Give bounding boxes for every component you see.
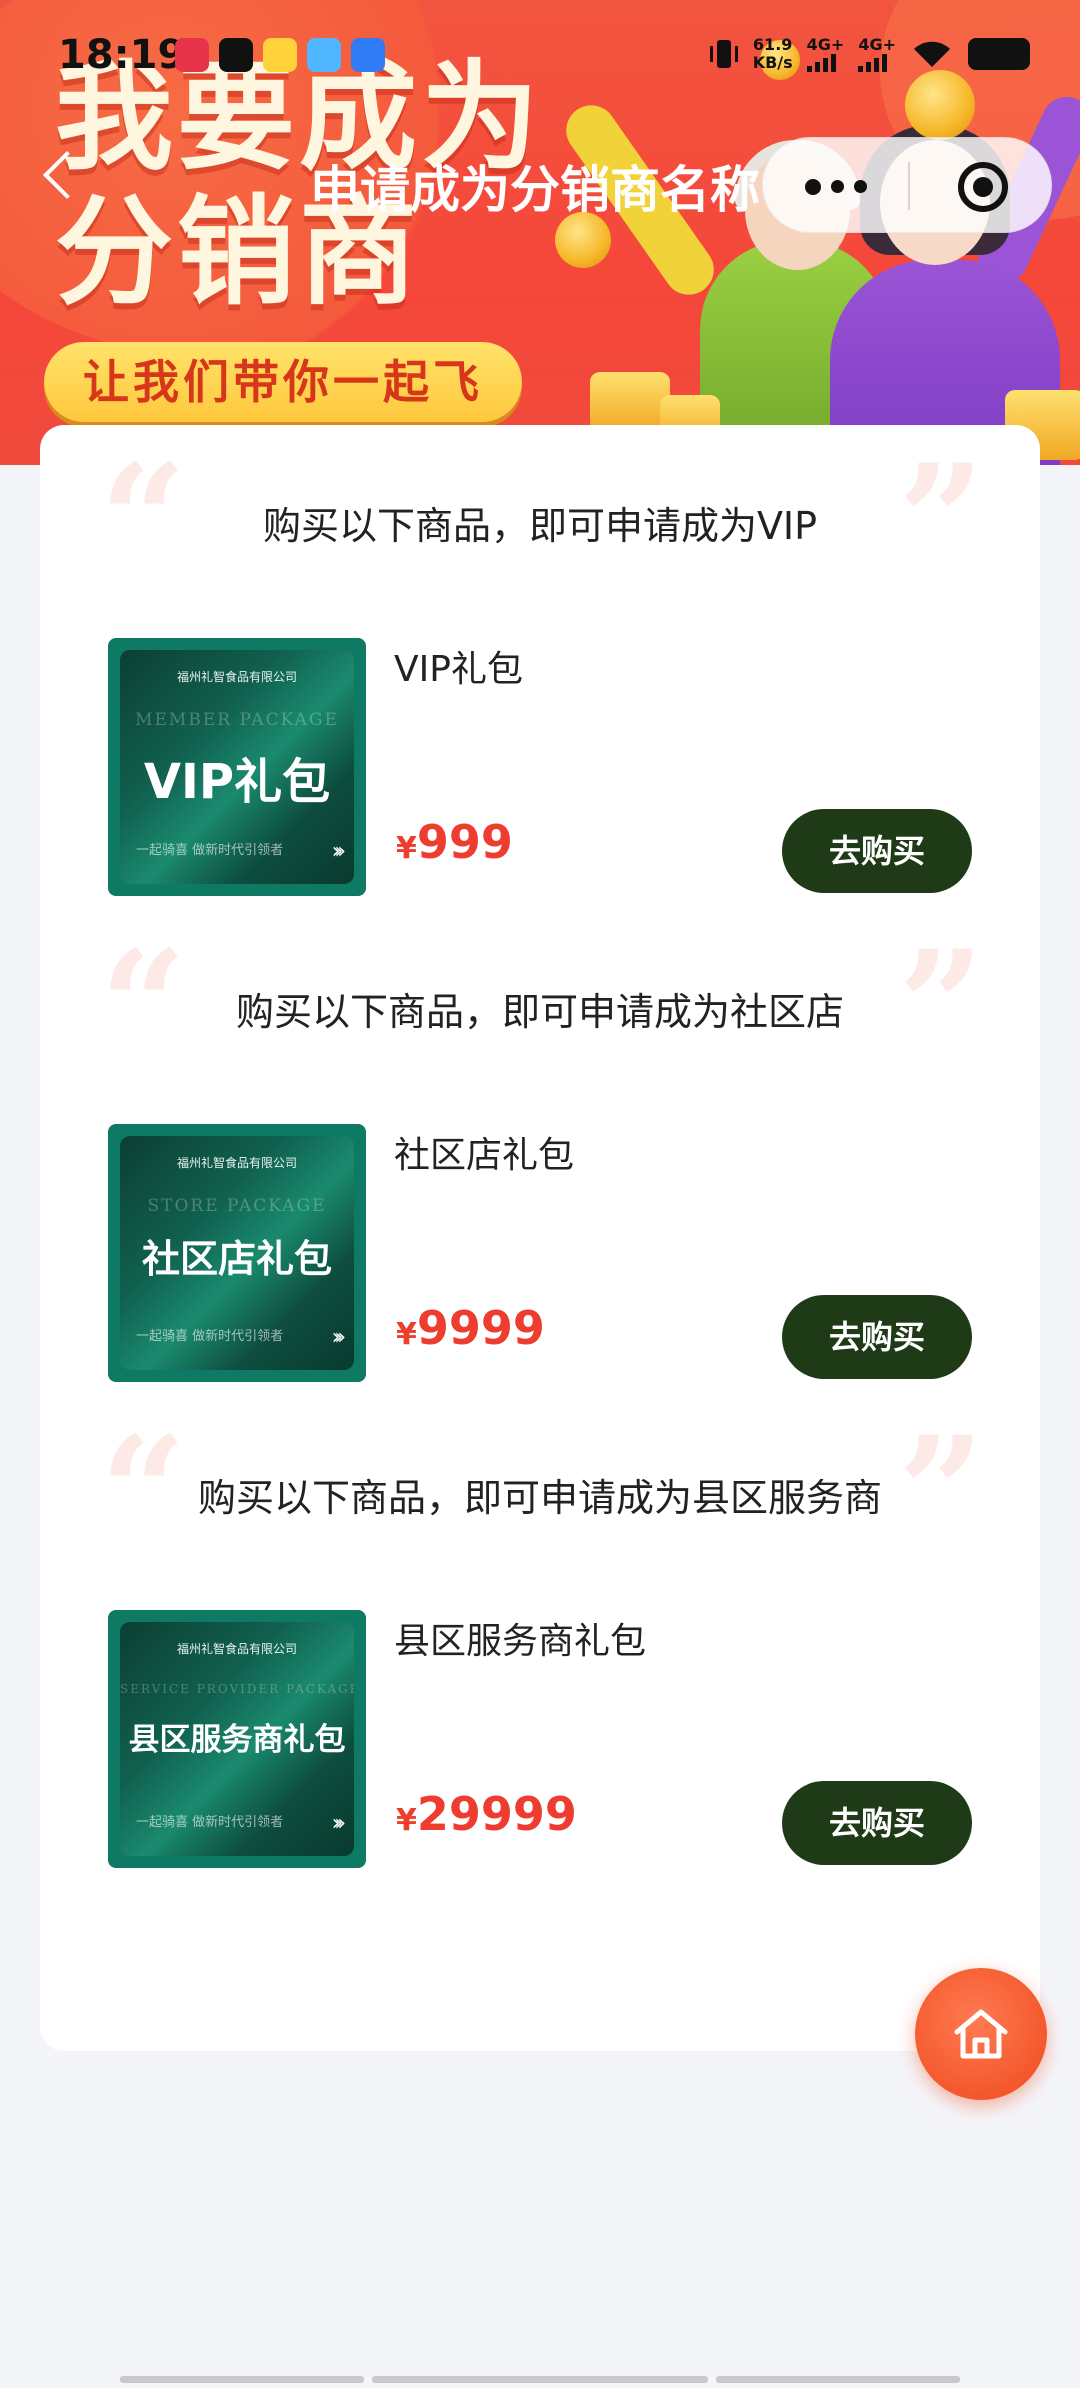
thumbnail-slogan: 一起骑喜 做新时代引领者 <box>136 1329 284 1344</box>
thumbnail-title: 县区服务商礼包 <box>128 1722 346 1758</box>
app-notification-icon <box>307 38 341 72</box>
tiktok-icon <box>219 38 253 72</box>
thumbnail-english: SERVICE PROVIDER PACKAGE <box>120 1682 354 1696</box>
status-time: 18:19 <box>58 32 186 78</box>
network-type: 4G+ <box>806 35 845 54</box>
page-title: 申请成为分销商名称 <box>310 161 760 219</box>
gesture-bar-segment <box>716 2376 960 2383</box>
thumbnail-image: 福州礼智食品有限公司 STORE PACKAGE 社区店礼包 一起骑喜 做新时代… <box>120 1136 354 1370</box>
thumbnail-slogan: 一起骑喜 做新时代引领者 <box>136 843 284 858</box>
buy-button[interactable]: 去购买 <box>782 1781 972 1865</box>
signal-bars-icon <box>858 54 896 72</box>
coin-stack-icon <box>590 372 670 432</box>
arrows-icon: ››› <box>331 839 347 864</box>
product-name[interactable]: 社区店礼包 <box>394 1126 574 1178</box>
miniapp-capsule <box>762 137 1052 233</box>
thumbnail-company: 福州礼智食品有限公司 <box>176 1156 297 1170</box>
gesture-bar-segment <box>120 2376 364 2383</box>
notification-icons <box>175 38 385 72</box>
price-value: 29999 <box>416 1787 577 1841</box>
currency-symbol: ¥ <box>396 831 417 866</box>
thumbnail-image: 福州礼智食品有限公司 SERVICE PROVIDER PACKAGE 县区服务… <box>120 1622 354 1856</box>
section-title: 购买以下商品，即可申请成为县区服务商 <box>197 1476 882 1520</box>
buy-button[interactable]: 去购买 <box>782 809 972 893</box>
net-speed: 61.9 KB/s <box>753 36 793 72</box>
package-section: “ ” 购买以下商品，即可申请成为VIP 福州礼智食品有限公司 MEMBER P… <box>40 425 1040 911</box>
product-thumbnail[interactable]: 福州礼智食品有限公司 SERVICE PROVIDER PACKAGE 县区服务… <box>108 1610 366 1868</box>
section-title: 购买以下商品，即可申请成为VIP <box>262 504 818 548</box>
product-price: ¥29999 <box>396 1787 577 1841</box>
buy-button[interactable]: 去购买 <box>782 1295 972 1379</box>
product-thumbnail[interactable]: 福州礼智食品有限公司 STORE PACKAGE 社区店礼包 一起骑喜 做新时代… <box>108 1124 366 1382</box>
arrows-icon: ››› <box>331 1325 347 1350</box>
price-value: 999 <box>416 815 513 869</box>
close-target-icon[interactable] <box>958 162 1008 212</box>
vibrate-icon <box>709 40 738 68</box>
app-notification-icon <box>351 38 385 72</box>
package-card: “ ” 购买以下商品，即可申请成为VIP 福州礼智食品有限公司 MEMBER P… <box>40 425 1040 2051</box>
thumbnail-image: 福州礼智食品有限公司 MEMBER PACKAGE VIP礼包 一起骑喜 做新时… <box>120 650 354 884</box>
banner-tagline-pill: 让我们带你一起飞 <box>44 342 522 422</box>
currency-symbol: ¥ <box>396 1803 417 1838</box>
product-name[interactable]: VIP礼包 <box>394 640 523 692</box>
meituan-icon <box>263 38 297 72</box>
signal-bars-icon <box>806 54 845 72</box>
thumbnail-slogan: 一起骑喜 做新时代引领者 <box>136 1815 284 1830</box>
product-thumbnail[interactable]: 福州礼智食品有限公司 MEMBER PACKAGE VIP礼包 一起骑喜 做新时… <box>108 638 366 896</box>
battery-icon <box>968 38 1030 70</box>
banner-tagline: 让我们带你一起飞 <box>83 355 483 409</box>
thumbnail-title: 社区店礼包 <box>141 1237 332 1281</box>
thumbnail-title: VIP礼包 <box>143 754 331 810</box>
product-name[interactable]: 县区服务商礼包 <box>394 1612 646 1664</box>
thumbnail-company: 福州礼智食品有限公司 <box>176 670 297 684</box>
signal-2: 4G+ <box>858 36 896 72</box>
currency-symbol: ¥ <box>396 1317 417 1352</box>
thumbnail-company: 福州礼智食品有限公司 <box>176 1642 297 1656</box>
price-value: 9999 <box>416 1301 545 1355</box>
status-bar: 18:19 61.9 KB/s 4G+ 4G+ <box>0 28 1080 88</box>
section-title: 购买以下商品，即可申请成为社区店 <box>235 990 844 1034</box>
app-notification-icon <box>175 38 209 72</box>
more-dots-icon[interactable] <box>805 179 867 195</box>
status-right: 61.9 KB/s 4G+ 4G+ <box>709 36 1030 72</box>
arrows-icon: ››› <box>331 1811 347 1836</box>
thumbnail-english: STORE PACKAGE <box>147 1196 327 1216</box>
home-button[interactable] <box>915 1968 1047 2100</box>
net-speed-unit: KB/s <box>752 53 793 72</box>
product-price: ¥9999 <box>396 1301 545 1355</box>
package-section: “ ” 购买以下商品，即可申请成为社区店 福州礼智食品有限公司 STORE PA… <box>40 911 1040 1397</box>
home-icon <box>954 2009 1008 2059</box>
wifi-icon <box>914 41 950 67</box>
capsule-divider <box>908 162 910 210</box>
net-speed-value: 61.9 <box>752 35 793 54</box>
signal-1: 4G+ <box>806 35 845 72</box>
thumbnail-english: MEMBER PACKAGE <box>135 710 339 730</box>
network-type: 4G+ <box>858 35 896 54</box>
gesture-bar-segment <box>372 2376 708 2383</box>
package-section: “ ” 购买以下商品，即可申请成为县区服务商 福州礼智食品有限公司 SERVIC… <box>40 1397 1040 1883</box>
product-price: ¥999 <box>396 815 513 869</box>
